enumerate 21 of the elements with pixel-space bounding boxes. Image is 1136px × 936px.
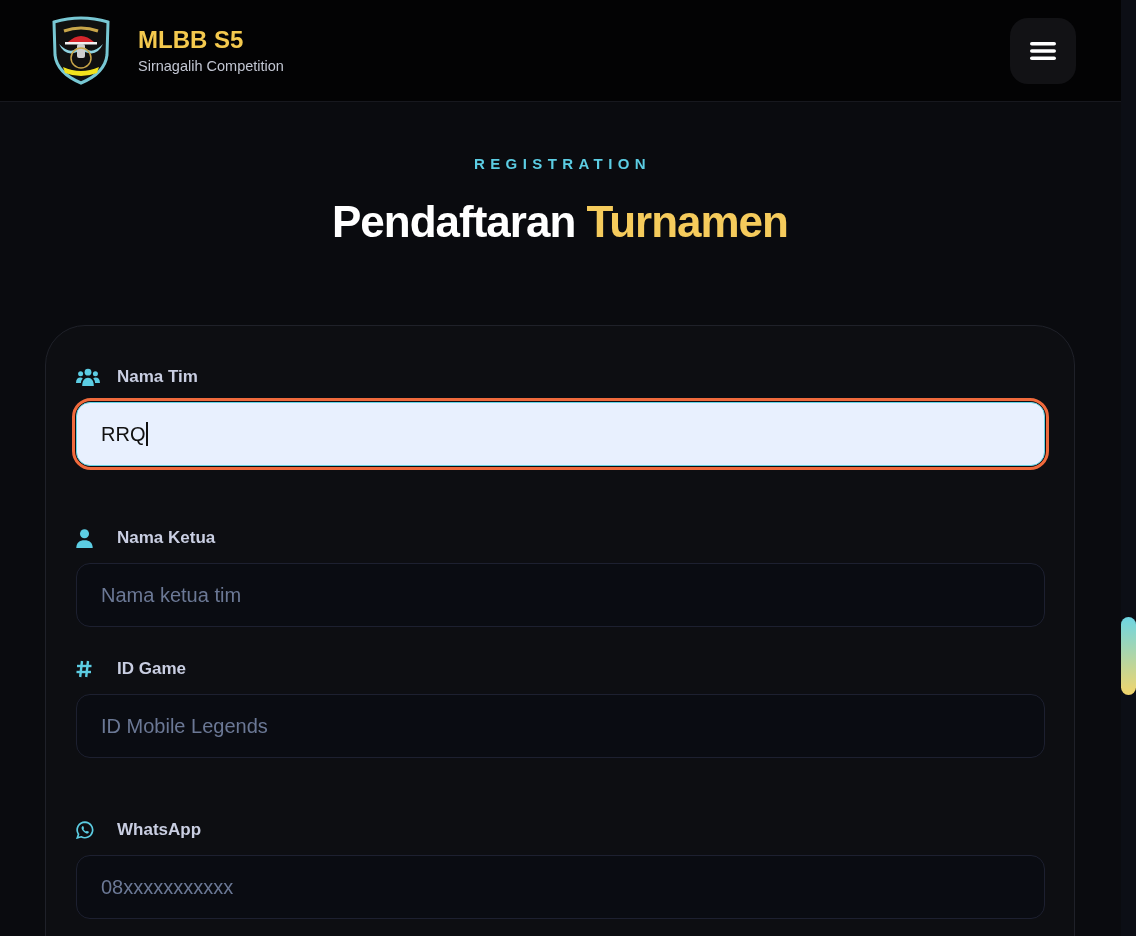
menu-icon <box>1030 41 1056 60</box>
text-cursor-icon <box>146 422 148 446</box>
site-title: MLBB S5 <box>138 26 244 54</box>
input-field[interactable]: Nama ketua tim <box>76 563 1045 627</box>
input-field[interactable]: RRQ <box>72 398 1049 470</box>
field-label: ID Game <box>117 658 186 680</box>
page-title: Pendaftaran Turnamen <box>332 196 788 248</box>
field-label: Nama Ketua <box>117 527 216 549</box>
site-subtitle: Sirnagalih Competition <box>138 57 284 75</box>
input-field[interactable]: ID Mobile Legends <box>76 694 1045 758</box>
scrollbar-thumb[interactable] <box>1121 617 1136 695</box>
section-eyebrow: REGISTRATION <box>473 154 651 174</box>
menu-button[interactable] <box>1010 17 1076 84</box>
field-label: WhatsApp <box>117 819 202 841</box>
shield-logo <box>50 14 112 85</box>
chat-phone-icon <box>76 821 94 839</box>
input-field[interactable]: 08xxxxxxxxxxx <box>76 855 1045 919</box>
hash-icon <box>76 660 92 678</box>
field-label: Nama Tim <box>117 366 198 388</box>
person-icon <box>76 528 93 548</box>
users-icon <box>76 368 100 386</box>
